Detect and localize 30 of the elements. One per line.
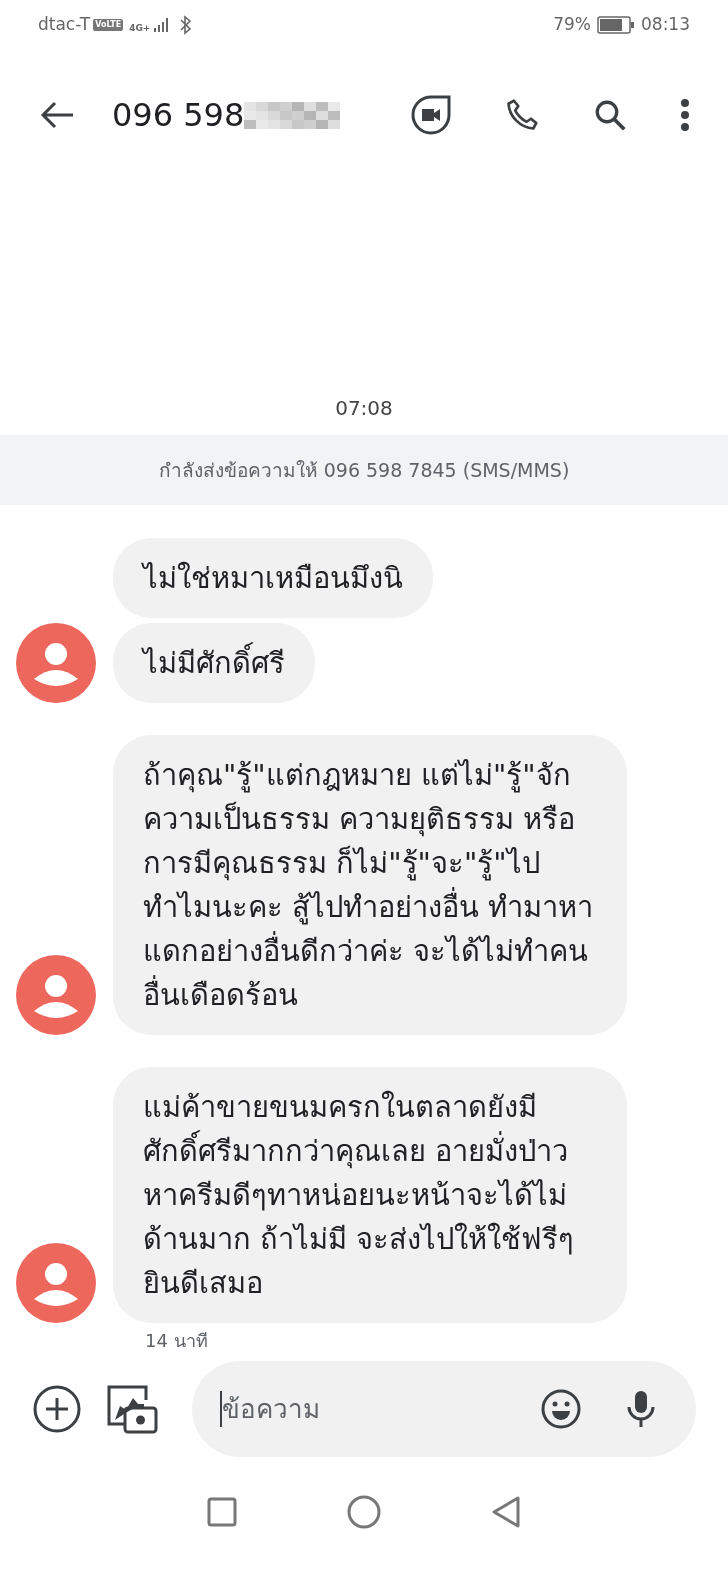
message-field[interactable]: ข้อความ [192,1361,696,1457]
contact-number: 096 598 [112,95,245,136]
more-options-button[interactable] [680,98,690,132]
message-bubble: ถ้าคุณ"รู้"แต่กฎหมาย แต่ไม่"รู้"จักความเป็นธรรม ความยุติธรรม หรือการมีคุณธรรม ก็ไม่"รู้"จะ"รู้"ไปทำไมนะคะ สู้ไปทำอย่างอื่น ทำมาหาแดกอย่างอื่นดีกว่าค่ะ จะได้ไม่ทำคนอื่นเดือดร้อน [113,735,627,1035]
elapsed-time: 14 นาที [145,1329,209,1353]
avatar-icon [16,1243,96,1323]
carrier-name: dtac-T [38,13,91,37]
message-bubble: ไม่ใช่หมาเหมือนมึงนิ [113,538,433,618]
volte-badge: VoLTE [93,19,124,31]
network-type: 4G+ [129,24,151,34]
avatar-icon [16,955,96,1035]
message-timestamp: 07:08 [335,394,393,422]
add-button[interactable] [32,1384,82,1434]
emoji-button[interactable] [540,1388,582,1430]
back-nav-button[interactable] [491,1495,521,1529]
signal-icon [153,17,170,33]
battery-percent: 79% [553,13,591,37]
video-call-button[interactable] [410,94,452,136]
message-bubble: ไม่มีศักดิ์ศรี [113,623,315,703]
microphone-button[interactable] [626,1389,656,1429]
avatar-icon [16,623,96,703]
clock: 08:13 [641,13,690,37]
gallery-camera-button[interactable] [106,1384,158,1434]
recent-apps-button[interactable] [207,1497,237,1527]
sending-banner: กำลังส่งข้อความให้ 096 598 7845 (SMS/MMS) [0,435,728,505]
phone-call-button[interactable] [504,97,540,133]
message-bubble: แม่ค้าขายขนมครกในตลาดยังมีศักดิ์ศรีมากกว่าคุณเลย อายมั่งป่าว หาครีมดีๆทาหน่อยนะหน้าจะได้ไม่ด้านมาก ถ้าไม่มี จะส่งไปให้ใช้ฟรีๆ ยินดีเสมอ [113,1067,627,1323]
text-cursor [220,1391,222,1427]
battery-icon [597,16,635,34]
home-button[interactable] [347,1495,381,1529]
